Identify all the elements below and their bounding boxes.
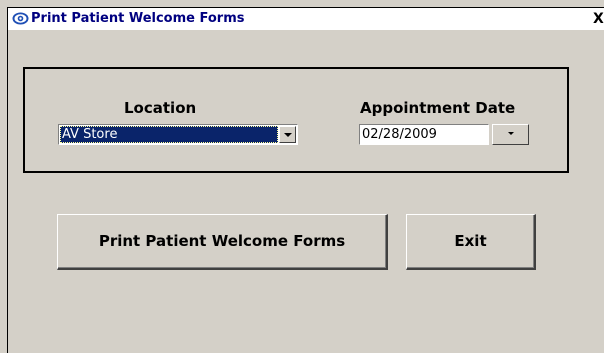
location-select-value: AV Store <box>60 126 278 143</box>
date-picker-button[interactable] <box>492 124 529 145</box>
window-title: Print Patient Welcome Forms <box>31 11 245 26</box>
exit-button[interactable]: Exit <box>406 214 536 270</box>
app-window: Print Patient Welcome Forms X <box>7 7 604 353</box>
appointment-date-field[interactable]: 02/28/2009 <box>359 124 489 145</box>
location-label: Location <box>124 99 197 117</box>
print-forms-button[interactable]: Print Patient Welcome Forms <box>57 214 388 270</box>
appointment-date-label: Appointment Date <box>360 99 516 117</box>
eye-icon <box>12 12 29 25</box>
chevron-down-icon <box>284 133 292 137</box>
location-select[interactable]: AV Store <box>58 124 298 145</box>
title-bar[interactable]: Print Patient Welcome Forms X <box>8 8 604 30</box>
location-dropdown-button[interactable] <box>279 126 296 143</box>
filter-group: Location Appointment Date AV Store 02/28… <box>23 67 569 173</box>
chevron-down-icon <box>508 132 514 135</box>
close-button[interactable]: X <box>593 10 604 28</box>
